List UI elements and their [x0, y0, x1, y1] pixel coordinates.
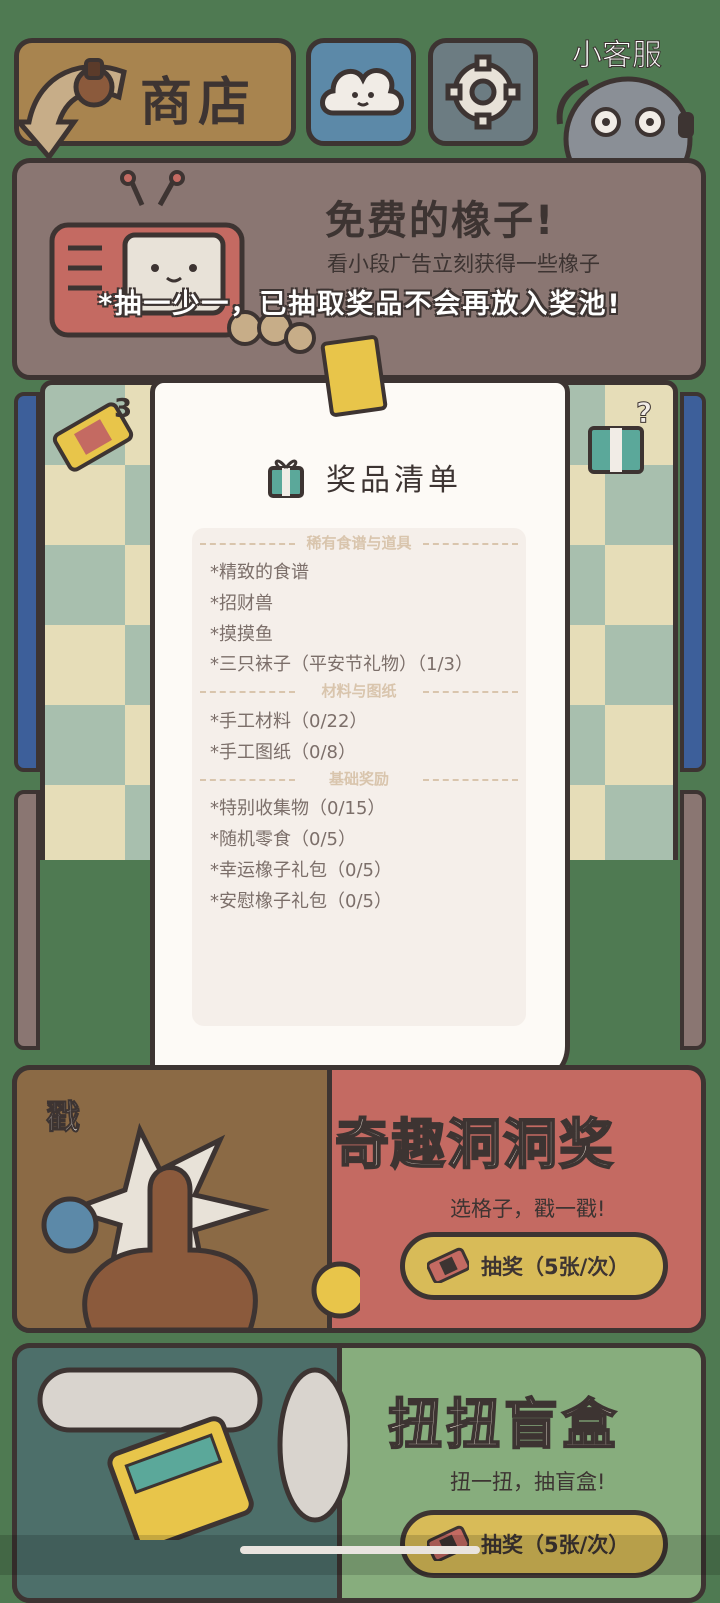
- list-item: *安慰橡子礼包（0/5）: [210, 891, 392, 912]
- cloud-button[interactable]: [306, 38, 416, 146]
- tv-robot-icon: [49, 170, 316, 354]
- ticket-count: 3: [114, 394, 133, 424]
- list-item: *招财兽: [210, 593, 273, 614]
- mystery-mark: ?: [635, 396, 653, 430]
- list-item: *手工图纸（0/8）: [210, 742, 356, 763]
- list-item: *随机零食（0/5）: [210, 829, 356, 850]
- hole-draw-button[interactable]: 抽奖（5张/次）: [400, 1232, 668, 1300]
- gacha-machine-icon: [37, 1367, 350, 1540]
- left-side-tab: [14, 392, 40, 772]
- draw-button-label: 抽奖（5张/次）: [481, 1255, 630, 1279]
- section-header-basic: 基础奖励: [200, 768, 518, 789]
- list-item: *特别收集物（0/15）: [210, 798, 386, 819]
- home-indicator[interactable]: [240, 1546, 480, 1554]
- shop-title: 商店: [140, 73, 257, 133]
- section-header-materials: 材料与图纸: [200, 680, 518, 701]
- bottom-shade: [0, 1535, 720, 1575]
- free-acorn-title: 免费的橡子!: [325, 198, 556, 244]
- right-side-tab-lower: [680, 790, 706, 1050]
- cloud-icon: [320, 68, 404, 116]
- hole-lottery-subtitle: 选格子，戳一戳!: [450, 1197, 606, 1221]
- list-item: *幸运橡子礼包（0/5）: [210, 860, 392, 881]
- list-item: *精致的食谱: [210, 562, 309, 583]
- draw-notice: *抽一少一，已抽取奖品不会再放入奖池!: [98, 289, 622, 320]
- gift-icon: [268, 459, 304, 498]
- list-item: *手工材料（0/22）: [210, 711, 368, 732]
- poke-finger-icon: [41, 1122, 360, 1330]
- prize-list-title: 奖品清单: [326, 463, 462, 498]
- right-side-tab: [680, 392, 706, 772]
- free-acorn-subtitle: 看小段广告立刻获得一些橡子: [327, 252, 600, 276]
- left-side-tab-lower: [14, 790, 40, 1050]
- back-arrow-icon[interactable]: [14, 52, 144, 167]
- ticket-icon: [52, 402, 134, 472]
- prize-list: 稀有食谱与道具 *精致的食谱 *招财兽 *摸摸鱼 *三只袜子（平安节礼物）（1/…: [192, 528, 526, 1026]
- twist-blindbox-title: 扭扭盲盒: [387, 1392, 620, 1457]
- customer-service-avatar-icon[interactable]: [548, 64, 708, 164]
- section-header-rare: 稀有食谱与道具: [200, 532, 518, 553]
- twist-blindbox-subtitle: 扭一扭，抽盲盒!: [450, 1470, 606, 1494]
- tape-icon: [319, 334, 389, 418]
- hole-lottery-title: 奇趣洞洞奖: [334, 1112, 615, 1177]
- ticket-icon: [427, 1247, 469, 1283]
- gear-icon: [445, 54, 521, 130]
- settings-button[interactable]: [428, 38, 538, 146]
- list-item: *三只袜子（平安节礼物）（1/3）: [210, 654, 473, 675]
- list-item: *摸摸鱼: [210, 624, 273, 645]
